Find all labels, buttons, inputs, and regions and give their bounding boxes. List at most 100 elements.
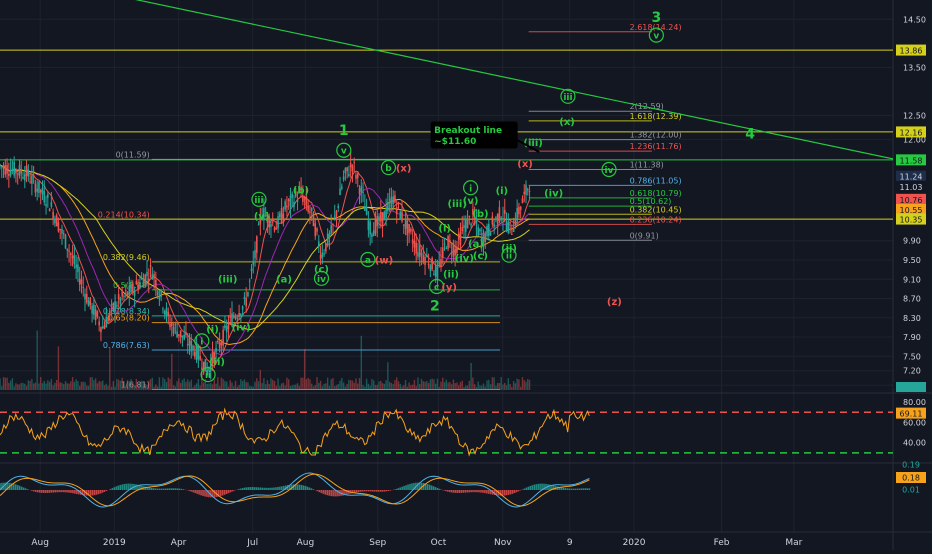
candle-body-251 xyxy=(444,244,446,245)
candle-body-96 xyxy=(169,324,171,328)
volume-bar-50 xyxy=(88,386,89,390)
macd-hist-bar-261 xyxy=(514,490,516,493)
candle-body-239 xyxy=(422,255,424,261)
volume-bar-275 xyxy=(486,380,487,390)
volume-bar-188 xyxy=(332,378,333,390)
volume-bar-40 xyxy=(70,381,71,390)
candle-body-15 xyxy=(26,166,28,177)
volume-bar-85 xyxy=(150,379,151,390)
volume-bar-57 xyxy=(100,382,101,390)
macd-hist-bar-21 xyxy=(41,490,43,493)
candle-body-74 xyxy=(130,285,132,292)
macd-hist-bar-32 xyxy=(62,490,64,492)
candle-body-185 xyxy=(327,234,329,246)
volume-bar-106 xyxy=(187,379,188,390)
candle-body-33 xyxy=(58,222,60,231)
candle-body-182 xyxy=(322,253,324,258)
candle-body-56 xyxy=(98,321,100,325)
candle-body-8 xyxy=(13,162,15,176)
candle-body-155 xyxy=(274,228,276,231)
wave-label-6: b xyxy=(385,164,392,174)
candle-body-9 xyxy=(15,170,17,174)
volume-bar-127 xyxy=(224,381,225,390)
volume-bar-42 xyxy=(74,382,75,390)
candle-body-282 xyxy=(499,207,501,221)
candle-body-195 xyxy=(345,168,347,173)
macd-hist-bar-203 xyxy=(399,487,401,490)
candle-body-136 xyxy=(240,314,242,316)
candle-body-77 xyxy=(136,281,138,284)
volume-bar-205 xyxy=(362,385,363,390)
volume-badge-bg xyxy=(896,382,926,392)
macd-hist-bar-62 xyxy=(121,484,123,490)
fib-left-label-0: 0(11.59) xyxy=(116,150,150,159)
candle-body-218 xyxy=(385,208,387,218)
volume-bar-76 xyxy=(134,385,135,390)
volume-bar-265 xyxy=(469,381,470,390)
volume-bar-46 xyxy=(81,382,82,390)
candle-body-24 xyxy=(42,187,44,194)
candle-body-75 xyxy=(132,283,134,292)
volume-bar-165 xyxy=(292,385,293,390)
volume-bar-89 xyxy=(157,386,158,390)
macd-hist-bar-229 xyxy=(451,490,453,492)
stock-chart[interactable]: 0(11.59)0.214(10.34)0.382(9.46)0.5(8.88)… xyxy=(0,0,932,550)
candle-body-189 xyxy=(334,216,336,217)
candle-body-214 xyxy=(378,216,380,221)
volume-bar-167 xyxy=(295,385,296,390)
volume-bar-237 xyxy=(419,384,420,390)
candle-body-229 xyxy=(405,220,407,229)
volume-bar-184 xyxy=(325,383,326,390)
price-tick-0: 14.50 xyxy=(903,15,926,24)
candle-body-183 xyxy=(323,254,325,255)
volume-bar-226 xyxy=(400,384,401,390)
volume-bar-194 xyxy=(343,382,344,390)
macd-hist-bar-140 xyxy=(275,487,277,490)
volume-bar-103 xyxy=(182,380,183,390)
volume-bar-28 xyxy=(49,382,50,390)
chart-canvas[interactable]: 0(11.59)0.214(10.34)0.382(9.46)0.5(8.88)… xyxy=(0,0,932,550)
candle-body-174 xyxy=(307,206,309,212)
macd-hist-bar-53 xyxy=(104,490,106,492)
macd-hist-bar-132 xyxy=(259,487,261,490)
wave-label-8: (b) xyxy=(293,186,309,197)
volume-bar-263 xyxy=(465,385,466,390)
price-tick-2: 12.50 xyxy=(903,112,926,121)
macd-hist-bar-103 xyxy=(202,490,204,496)
volume-bar-60 xyxy=(106,384,107,390)
wave-label-37: (iv) xyxy=(544,189,563,200)
macd-hist-bar-35 xyxy=(68,490,70,493)
macd-hist-bar-86 xyxy=(169,488,171,490)
macd-hist-bar-244 xyxy=(480,490,482,493)
candle-body-46 xyxy=(81,280,83,284)
candle-body-237 xyxy=(419,245,421,257)
candle-body-71 xyxy=(125,290,127,291)
candle-body-278 xyxy=(492,217,494,225)
volume-bar-239 xyxy=(423,381,424,390)
volume-bar-217 xyxy=(384,384,385,390)
macd-hist-bar-217 xyxy=(427,484,429,490)
volume-bar-2 xyxy=(3,377,4,390)
macd-hist-bar-50 xyxy=(98,490,100,494)
volume-bar-134 xyxy=(237,387,238,390)
volume-bar-182 xyxy=(322,386,323,390)
candle-body-110 xyxy=(194,352,196,357)
macd-hist-bar-54 xyxy=(106,490,108,491)
volume-bar-78 xyxy=(137,386,138,390)
candle-body-283 xyxy=(500,218,502,220)
volume-bar-215 xyxy=(380,381,381,390)
volume-bar-227 xyxy=(401,386,402,390)
candle-body-93 xyxy=(164,311,166,315)
volume-bar-143 xyxy=(253,387,254,390)
macd-hist-bar-263 xyxy=(518,490,520,491)
time-tick-10: Feb xyxy=(714,538,730,548)
volume-bar-98 xyxy=(173,385,174,390)
volume-bar-273 xyxy=(483,383,484,390)
macd-hist-bar-291 xyxy=(573,489,575,490)
macd-hist-bar-133 xyxy=(261,488,263,490)
volume-bar-299 xyxy=(529,380,530,390)
wave-label-35: ii xyxy=(506,252,512,262)
macd-hist-bar-153 xyxy=(301,485,303,490)
volume-bar-281 xyxy=(497,383,498,390)
wave-label-31: i xyxy=(469,184,472,194)
